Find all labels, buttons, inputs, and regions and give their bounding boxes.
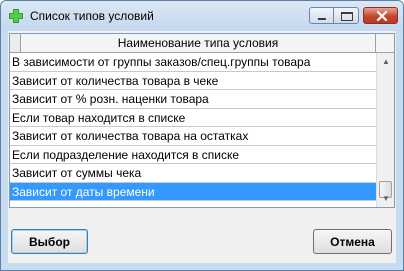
maximize-icon — [341, 12, 353, 21]
table-row[interactable]: Зависит от даты времени — [10, 182, 376, 201]
title-bar[interactable]: Список типов условий — [1, 1, 403, 31]
minimize-button[interactable] — [309, 7, 334, 24]
table-row[interactable]: В зависимости от группы заказов/спец.гру… — [10, 53, 376, 72]
condition-types-grid[interactable]: Наименование типа условия В зависимости … — [9, 33, 395, 208]
select-button[interactable]: Выбор — [11, 229, 88, 254]
dialog-window: Список типов условий Наименование типа у… — [0, 0, 404, 271]
table-row[interactable]: Если подразделение находится в списке — [10, 146, 376, 164]
scroll-up-icon[interactable]: ▲ — [378, 53, 394, 70]
cancel-button[interactable]: Отмена — [313, 229, 392, 254]
column-header-name[interactable]: Наименование типа условия — [21, 34, 376, 52]
window-title: Список типов условий — [30, 9, 154, 23]
table-row[interactable]: Если товар находится в списке — [10, 109, 376, 127]
grid-rows: В зависимости от группы заказов/спец.гру… — [10, 53, 376, 201]
row-indicator-header — [10, 34, 21, 52]
maximize-button[interactable] — [334, 7, 359, 24]
close-button[interactable] — [363, 7, 398, 24]
minimize-icon — [318, 18, 326, 20]
table-row[interactable]: Зависит от количества товара на остатках — [10, 127, 376, 146]
dialog-body: Наименование типа условия В зависимости … — [8, 31, 396, 263]
table-row[interactable]: Зависит от суммы чека — [10, 164, 376, 183]
vertical-scrollbar[interactable]: ▲ ▼ — [376, 53, 394, 207]
green-cross-icon — [9, 9, 23, 23]
table-row[interactable]: Зависит от количества товара в чеке — [10, 72, 376, 90]
table-row[interactable]: Зависит от % розн. наценки товара — [10, 90, 376, 109]
close-icon — [376, 10, 388, 22]
grid-header: Наименование типа условия — [10, 34, 394, 53]
scroll-down-icon[interactable]: ▼ — [378, 190, 394, 207]
